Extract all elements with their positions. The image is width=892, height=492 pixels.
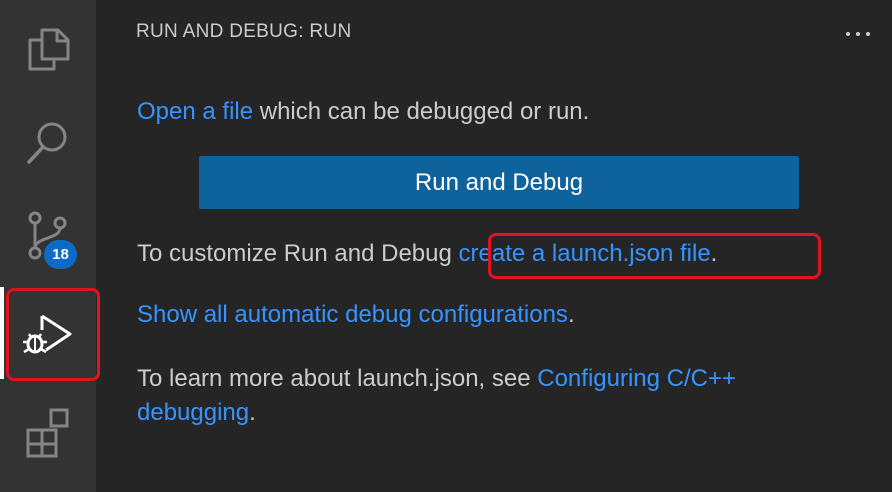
learn-more-text: To learn more about launch.json, see [137,365,538,392]
open-file-link[interactable]: Open a file [137,98,253,125]
extensions-icon [26,408,69,458]
activity-run-and-debug[interactable] [0,286,96,382]
learn-more-suffix: . [249,399,256,426]
show-all-suffix: . [567,301,575,328]
configuring-cpp-link-continued[interactable]: debugging [137,399,249,426]
activity-extensions[interactable] [0,384,96,480]
configuring-cpp-link[interactable]: Configuring C/C++ [537,365,736,392]
vscode-window: 18 RUN AND DEBUG: RUN Open a file which … [0,0,892,492]
show-all-message: Show all automatic debug configurations. [137,301,575,329]
run-and-debug-button[interactable]: Run and Debug [199,156,799,209]
create-launch-json-link[interactable]: create a launch.json file [459,240,711,267]
more-actions-button[interactable] [838,14,878,54]
ellipsis-icon [846,32,870,36]
customize-text: To customize Run and Debug [137,240,459,267]
activity-explorer[interactable] [0,0,96,96]
panel-title: RUN AND DEBUG: RUN [136,21,352,42]
activity-bar: 18 [0,0,96,492]
open-file-message: Open a file which can be debugged or run… [137,98,589,126]
source-control-badge: 18 [44,240,77,269]
open-file-text: which can be debugged or run. [253,98,590,125]
customize-suffix: . [710,240,718,267]
run-debug-icon [23,314,72,354]
show-all-configurations-link[interactable]: Show all automatic debug configurations [137,301,568,328]
learn-more-line1: To learn more about launch.json, see Con… [137,365,736,393]
activity-source-control[interactable] [0,188,96,284]
search-icon [27,122,67,164]
customize-message: To customize Run and Debug create a laun… [137,240,717,268]
activity-search[interactable] [0,94,96,190]
learn-more-line2: debugging. [137,399,256,427]
files-icon [28,28,70,71]
